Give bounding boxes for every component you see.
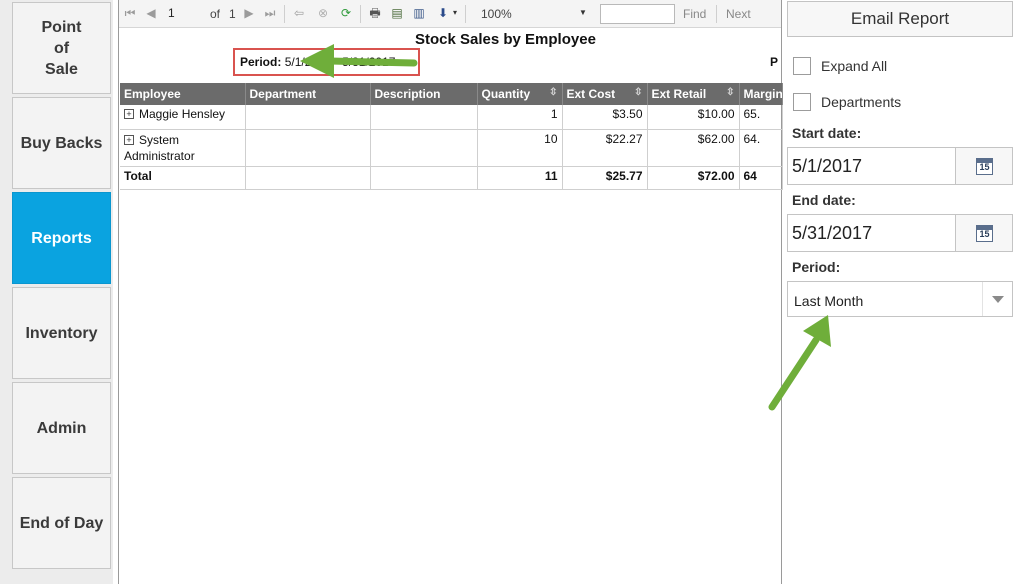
ext-cost-cell: $3.50 bbox=[562, 105, 648, 130]
nav-end-of-day-button[interactable]: End of Day bbox=[12, 477, 111, 569]
sort-icon[interactable]: ⇳ bbox=[549, 87, 557, 98]
table-row: + Maggie Hensley 1 $3.50 $10.00 65. bbox=[120, 105, 783, 130]
main-nav: Point of Sale Buy Backs Reports Inventor… bbox=[0, 0, 113, 584]
page-of-label: of bbox=[210, 7, 221, 21]
expand-all-checkbox[interactable] bbox=[793, 57, 811, 75]
nav-reports-button[interactable]: Reports bbox=[12, 192, 111, 284]
column-header-employee[interactable]: Employee bbox=[120, 83, 246, 105]
previous-page-icon[interactable]: ◀ bbox=[143, 5, 159, 21]
nav-inventory-button[interactable]: Inventory bbox=[12, 287, 111, 379]
find-input[interactable] bbox=[600, 4, 675, 24]
start-date-calendar-button[interactable]: 15 bbox=[955, 148, 1012, 184]
description-cell bbox=[370, 129, 478, 167]
export-icon[interactable]: ⬇ bbox=[435, 5, 451, 21]
toolbar-separator bbox=[284, 5, 285, 23]
expand-icon[interactable]: + bbox=[124, 134, 134, 145]
departments-checkbox[interactable] bbox=[793, 93, 811, 111]
report-table: Employee Department Description Quantity… bbox=[120, 83, 783, 190]
chevron-down-icon bbox=[992, 296, 1004, 303]
end-date-label: End date: bbox=[792, 192, 856, 208]
export-dropdown-icon[interactable]: ▾ bbox=[451, 5, 459, 21]
column-header-margin[interactable]: Margin bbox=[739, 83, 783, 105]
description-cell bbox=[370, 105, 478, 130]
period-label: Period: bbox=[240, 55, 282, 69]
sort-icon[interactable]: ⇳ bbox=[726, 87, 734, 98]
column-header-quantity[interactable]: Quantity ⇳ bbox=[477, 83, 563, 105]
description-cell bbox=[370, 166, 478, 190]
column-header-ext-retail[interactable]: Ext Retail ⇳ bbox=[647, 83, 740, 105]
start-date-value[interactable]: 5/1/2017 bbox=[792, 156, 862, 177]
find-button[interactable]: Find bbox=[683, 5, 706, 23]
period-select-label: Period: bbox=[792, 259, 841, 275]
quantity-cell: 10 bbox=[477, 129, 563, 167]
table-row: + System Administrator 10 $22.27 $62.00 6… bbox=[120, 129, 783, 167]
report-toolbar: ⏮ ◀ 1 of 1 ▶ ⏭ ⇦ ⊗ ⟳ 🖶 ▤ ▥ ⬇ ▾ 100% ▼ Fi… bbox=[119, 0, 781, 28]
stop-icon[interactable]: ⊗ bbox=[315, 5, 331, 21]
departments-label: Departments bbox=[821, 94, 902, 110]
nav-point-of-sale-button[interactable]: Point of Sale bbox=[12, 2, 111, 94]
department-cell bbox=[245, 105, 371, 130]
page-total-label: 1 bbox=[229, 7, 236, 21]
total-margin-cell: 64 bbox=[739, 166, 783, 190]
calendar-icon: 15 bbox=[976, 225, 993, 242]
expand-icon[interactable]: + bbox=[124, 109, 134, 119]
nav-buy-backs-button[interactable]: Buy Backs bbox=[12, 97, 111, 189]
quantity-cell: 1 bbox=[477, 105, 563, 130]
start-date-label: Start date: bbox=[792, 125, 862, 141]
toolbar-separator bbox=[716, 5, 717, 23]
page-number-input[interactable]: 1 bbox=[165, 4, 205, 24]
column-header-description[interactable]: Description bbox=[370, 83, 478, 105]
page-setup-icon[interactable]: ▥ bbox=[411, 5, 427, 21]
toolbar-separator bbox=[360, 5, 361, 23]
employee-cell: + System Administrator bbox=[120, 129, 246, 167]
refresh-icon[interactable]: ⟳ bbox=[338, 5, 354, 21]
email-report-button[interactable]: Email Report bbox=[787, 1, 1013, 37]
margin-cell: 65. bbox=[739, 105, 783, 130]
first-page-icon[interactable]: ⏮ bbox=[122, 5, 138, 21]
table-header-row: Employee Department Description Quantity… bbox=[120, 83, 783, 105]
find-next-button[interactable]: Next bbox=[726, 5, 751, 23]
expand-all-label: Expand All bbox=[821, 58, 888, 74]
toolbar-separator bbox=[465, 5, 466, 23]
department-cell bbox=[245, 166, 371, 190]
margin-cell: 64. bbox=[739, 129, 783, 167]
column-header-department[interactable]: Department bbox=[245, 83, 371, 105]
nav-admin-button[interactable]: Admin bbox=[12, 382, 111, 474]
sort-icon[interactable]: ⇳ bbox=[634, 87, 642, 98]
end-date-value[interactable]: 5/31/2017 bbox=[792, 223, 872, 244]
total-quantity-cell: 11 bbox=[477, 166, 563, 190]
next-page-icon[interactable]: ▶ bbox=[241, 5, 257, 21]
employee-cell: + Maggie Hensley bbox=[120, 105, 246, 130]
print-icon[interactable]: 🖶 bbox=[367, 5, 383, 21]
ext-retail-cell: $10.00 bbox=[647, 105, 740, 130]
zoom-select[interactable]: 100% bbox=[481, 5, 512, 23]
department-cell bbox=[245, 129, 371, 167]
zoom-dropdown-icon[interactable]: ▼ bbox=[575, 5, 591, 21]
end-date-field[interactable]: 5/31/2017 15 bbox=[787, 214, 1013, 252]
start-date-field[interactable]: 5/1/2017 15 bbox=[787, 147, 1013, 185]
expand-all-option[interactable]: Expand All bbox=[793, 56, 887, 76]
ext-cost-cell: $22.27 bbox=[562, 129, 648, 167]
total-ext-retail-cell: $72.00 bbox=[647, 166, 740, 190]
last-page-icon[interactable]: ⏭ bbox=[262, 5, 278, 21]
period-dropdown-button[interactable] bbox=[982, 282, 1012, 316]
end-date-calendar-button[interactable]: 15 bbox=[955, 215, 1012, 251]
calendar-icon: 15 bbox=[976, 158, 993, 175]
back-icon[interactable]: ⇦ bbox=[291, 5, 307, 21]
report-title: Stock Sales by Employee bbox=[415, 31, 596, 48]
report-options-panel: Email Report Expand All Departments Star… bbox=[783, 0, 1022, 584]
total-ext-cost-cell: $25.77 bbox=[562, 166, 648, 190]
period-value: 5/1/2017 - 5/31/2017 bbox=[284, 55, 396, 69]
period-select-value: Last Month bbox=[794, 293, 864, 309]
total-row: Total 11 $25.77 $72.00 64 bbox=[120, 166, 783, 190]
page-layout-icon[interactable]: ▤ bbox=[389, 5, 405, 21]
report-header-fragment: P bbox=[770, 55, 779, 69]
period-select[interactable]: Last Month bbox=[787, 281, 1013, 317]
column-header-ext-cost[interactable]: Ext Cost ⇳ bbox=[562, 83, 648, 105]
total-label-cell: Total bbox=[120, 166, 246, 190]
period-highlight-box: Period: 5/1/2017 - 5/31/2017 bbox=[233, 48, 420, 76]
app-window: Point of Sale Buy Backs Reports Inventor… bbox=[0, 0, 1022, 584]
departments-option[interactable]: Departments bbox=[793, 92, 901, 112]
ext-retail-cell: $62.00 bbox=[647, 129, 740, 167]
